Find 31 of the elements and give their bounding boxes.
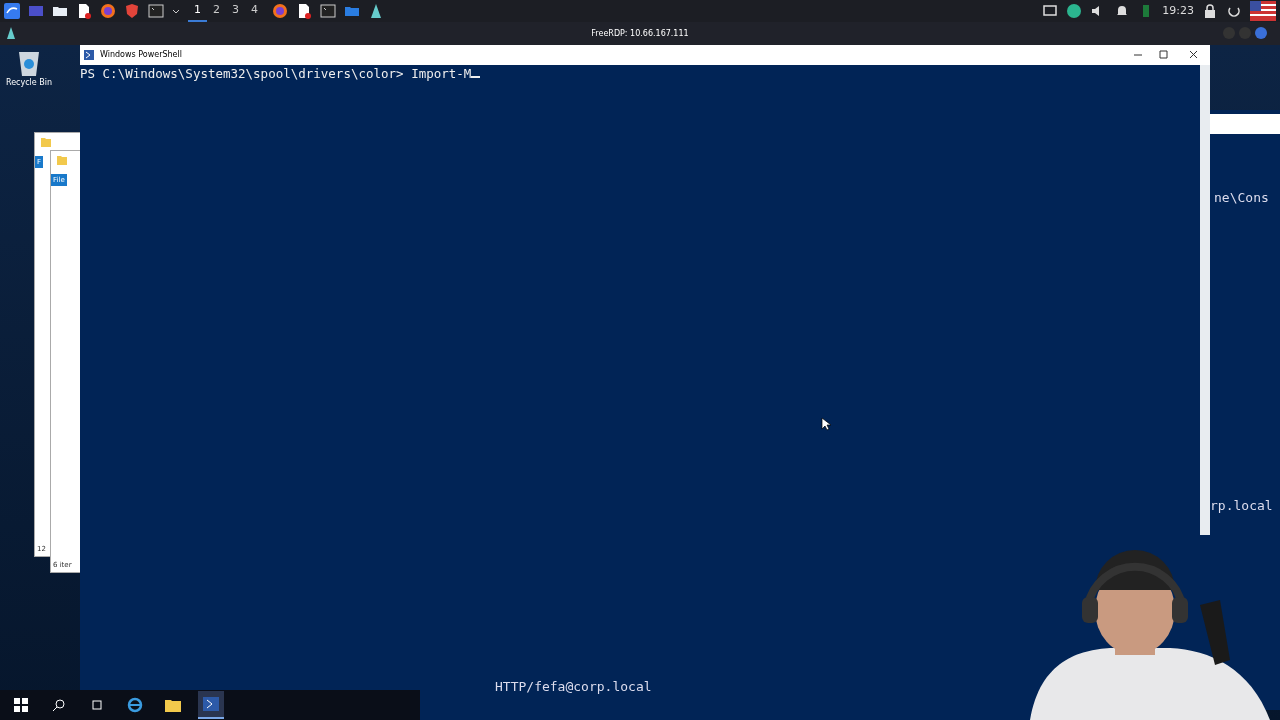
window-title: Windows PowerShell (100, 49, 182, 61)
document-icon[interactable] (76, 3, 92, 19)
command-line: PS C:\Windows\System32\spool\drivers\color> Import-M (80, 66, 472, 81)
workspace-tab[interactable]: 4 (245, 0, 264, 22)
workspace-tab[interactable]: 3 (226, 0, 245, 22)
screen-icon[interactable] (1042, 3, 1059, 19)
console-text: ne\Cons (1213, 189, 1270, 207)
scrollbar[interactable] (1200, 65, 1210, 535)
lock-icon[interactable] (1202, 3, 1218, 19)
browser-icon[interactable] (100, 3, 116, 19)
workspace-tab[interactable]: 2 (207, 0, 226, 22)
clock: 19:23 (1162, 2, 1194, 19)
mouse-pointer-icon (821, 417, 831, 431)
title-bar (1210, 114, 1280, 134)
terminal-icon[interactable] (148, 3, 164, 19)
console-text: HTTP/fefa@corp.local (495, 678, 652, 696)
network-icon[interactable] (1066, 3, 1083, 19)
powershell-icon[interactable] (198, 691, 224, 719)
terminal-icon[interactable] (320, 3, 336, 19)
powershell-icon (84, 50, 94, 60)
desktop-icon[interactable] (28, 3, 44, 19)
app-menu-icon[interactable] (4, 3, 20, 19)
browser-icon[interactable] (272, 3, 288, 19)
console-text: rp.local (1210, 496, 1274, 515)
recycle-bin-icon[interactable] (16, 49, 42, 77)
flag-icon[interactable] (1250, 1, 1276, 21)
cursor-icon (471, 76, 481, 78)
document-icon[interactable] (296, 3, 312, 19)
icon-label[interactable]: Recycle Bin (4, 77, 54, 89)
window-title: FreeRDP: 10.66.167.111 (591, 27, 689, 40)
shield-icon[interactable] (124, 3, 140, 19)
